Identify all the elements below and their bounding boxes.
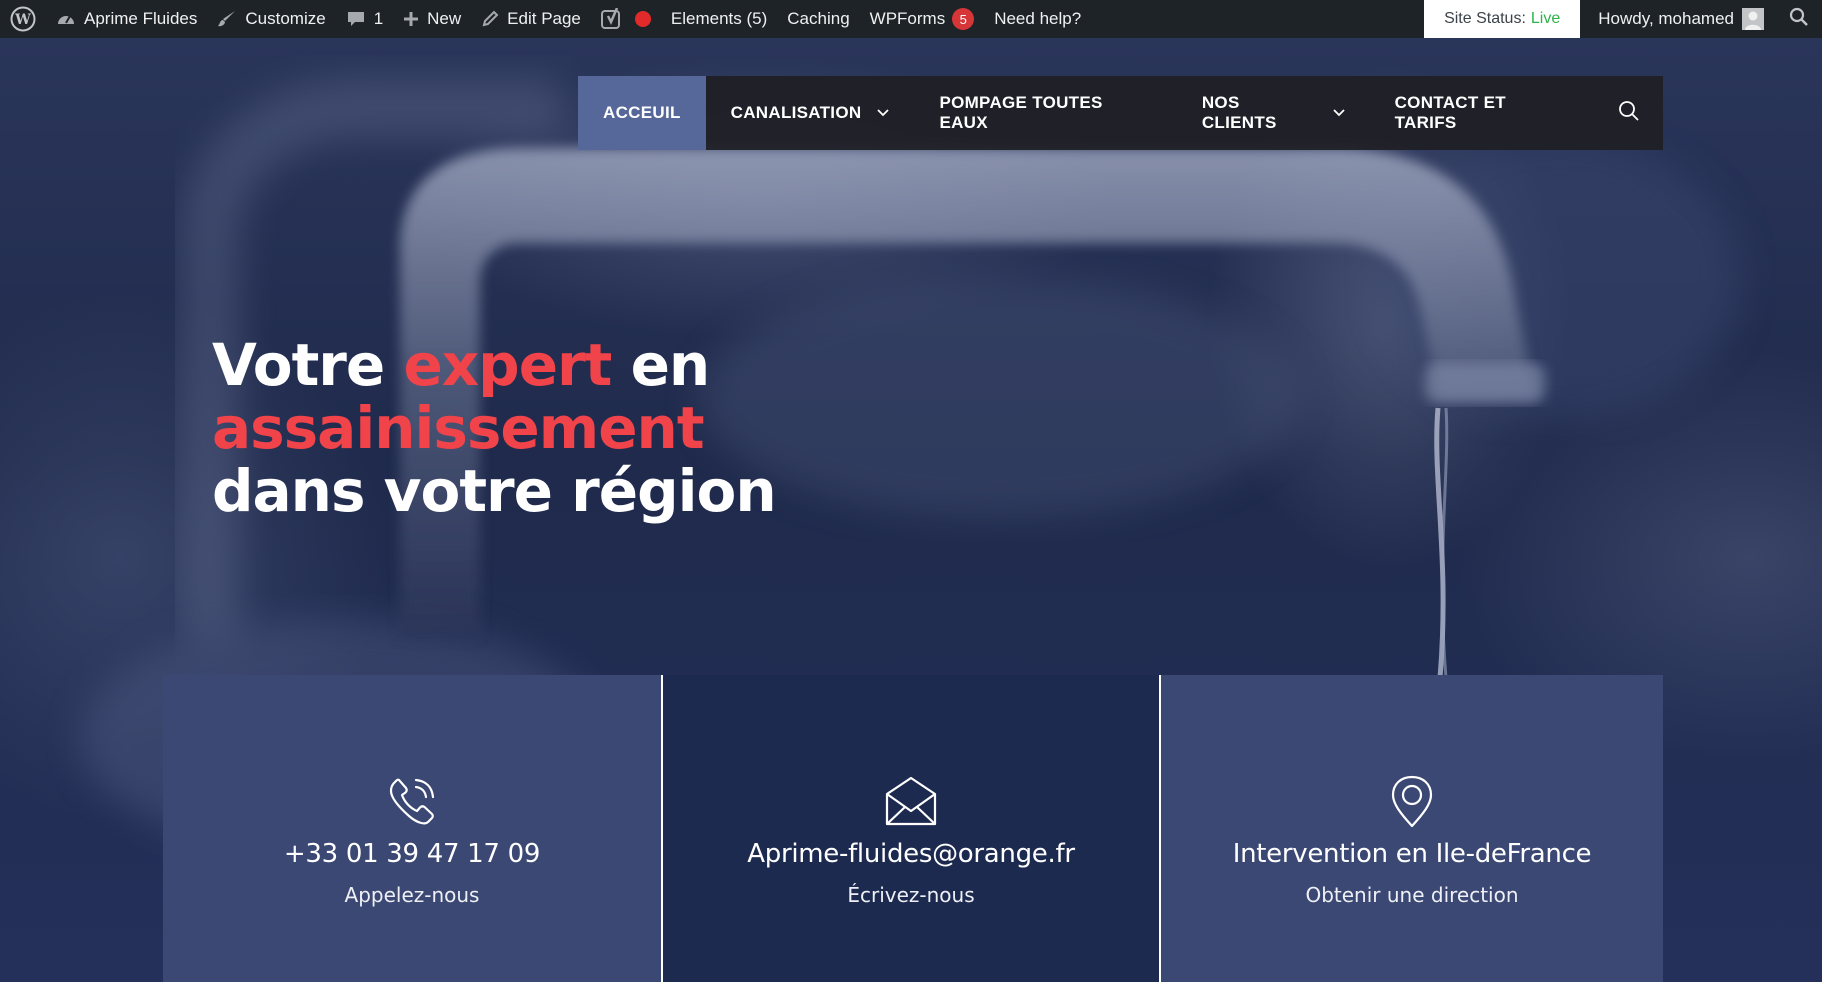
headline-line-3: dans votre région — [212, 457, 777, 525]
comment-bubble-icon — [346, 10, 366, 28]
wp-admin-bar: W Aprime Fluides Customize 1 New Edit Pa… — [0, 0, 1822, 38]
edit-page-link[interactable]: Edit Page — [471, 0, 591, 38]
my-account-link[interactable]: Howdy, mohamed — [1580, 8, 1776, 30]
headline-accent-word: expert — [403, 331, 612, 399]
nav-item-nos-clients[interactable]: NOS CLIENTS — [1177, 76, 1370, 150]
caching-label: Caching — [787, 9, 850, 28]
search-icon — [1789, 7, 1809, 32]
headline-word: en — [630, 331, 711, 399]
admin-bar-secondary: Site Status: Live Howdy, mohamed — [1424, 0, 1822, 38]
hero-headline: Votre expert en assainissement dans votr… — [212, 331, 777, 525]
pencil-icon — [481, 10, 499, 28]
caching-link[interactable]: Caching — [777, 0, 859, 38]
need-help-link[interactable]: Need help? — [984, 0, 1091, 38]
email-card-subtitle: Écrivez-nous — [847, 883, 975, 907]
site-status-value: Live — [1530, 10, 1561, 27]
envelope-icon — [884, 773, 938, 829]
chevron-down-icon — [1332, 109, 1345, 117]
paintbrush-icon — [217, 9, 237, 29]
wpforms-notification-badge: 5 — [952, 8, 975, 30]
phone-icon — [385, 773, 439, 829]
headline-line-1: Votre expert en — [212, 331, 711, 399]
howdy-label: Howdy, mohamed — [1598, 9, 1734, 28]
email-address[interactable]: Aprime-fluides@orange.fr — [747, 839, 1075, 869]
contact-info-cards: +33 01 39 47 17 09 Appelez-nous Aprime-f… — [163, 675, 1663, 982]
comments-count: 1 — [373, 9, 384, 28]
nav-item-label: NOS CLIENTS — [1201, 93, 1277, 132]
nav-item-label: CANALISATION — [730, 103, 862, 122]
email-card[interactable]: Aprime-fluides@orange.fr Écrivez-nous — [661, 675, 1161, 982]
customize-link[interactable]: Customize — [207, 0, 335, 38]
elements-link[interactable]: Elements (5) — [661, 0, 777, 38]
edit-page-label: Edit Page — [507, 9, 581, 28]
location-card[interactable]: Intervention en Ile-deFrance Obtenir une… — [1161, 675, 1663, 982]
yoast-logo-icon — [600, 8, 623, 30]
site-name-label: Aprime Fluides — [84, 9, 198, 28]
seo-status-dot-icon — [634, 11, 651, 27]
phone-number[interactable]: +33 01 39 47 17 09 — [284, 839, 541, 869]
new-content-link[interactable]: New — [393, 0, 471, 38]
chevron-down-icon — [877, 109, 890, 117]
nav-item-label: POMPAGE TOUTES EAUX — [939, 93, 1103, 132]
headline-line-2: assainissement — [212, 394, 705, 462]
nav-item-canalisation[interactable]: CANALISATION — [706, 76, 915, 150]
main-navigation: ACCEUIL CANALISATION POMPAGE TOUTES EAUX… — [578, 76, 1663, 150]
nav-search-button[interactable] — [1594, 76, 1663, 150]
nav-item-pompage[interactable]: POMPAGE TOUTES EAUX — [914, 76, 1176, 150]
hero-section: ACCEUIL CANALISATION POMPAGE TOUTES EAUX… — [0, 38, 1822, 982]
site-name-link[interactable]: Aprime Fluides — [46, 0, 207, 38]
phone-card[interactable]: +33 01 39 47 17 09 Appelez-nous — [163, 675, 661, 982]
nav-item-label: ACCEUIL — [603, 103, 681, 122]
nav-item-contact-tarifs[interactable]: CONTACT ET TARIFS — [1370, 76, 1595, 150]
wpforms-link[interactable]: WPForms 5 — [860, 0, 985, 38]
wordpress-logo-icon: W — [10, 6, 36, 32]
search-icon — [1618, 100, 1640, 127]
wordpress-logo-button[interactable]: W — [0, 0, 46, 38]
site-status-label: Site Status: — [1444, 10, 1526, 27]
new-label: New — [427, 9, 462, 28]
nav-item-label: CONTACT ET TARIFS — [1394, 93, 1506, 132]
nav-item-accueil[interactable]: ACCEUIL — [578, 76, 706, 150]
comments-link[interactable]: 1 — [336, 0, 393, 38]
elements-label: Elements (5) — [670, 9, 768, 28]
avatar — [1742, 8, 1764, 30]
svg-text:W: W — [14, 12, 31, 28]
admin-search-button[interactable] — [1776, 7, 1822, 32]
plus-icon — [403, 11, 419, 27]
get-directions-link[interactable]: Obtenir une direction — [1305, 883, 1518, 907]
customize-label: Customize — [245, 9, 326, 28]
service-area: Intervention en Ile-deFrance — [1232, 839, 1592, 869]
wpforms-label: WPForms — [869, 9, 946, 28]
location-pin-icon — [1389, 773, 1435, 829]
need-help-label: Need help? — [994, 9, 1082, 28]
dashboard-gauge-icon — [56, 10, 76, 28]
phone-card-subtitle: Appelez-nous — [344, 883, 480, 907]
headline-word: Votre — [212, 331, 385, 399]
site-status-button[interactable]: Site Status: Live — [1424, 0, 1581, 38]
yoast-seo-button[interactable] — [591, 0, 661, 38]
